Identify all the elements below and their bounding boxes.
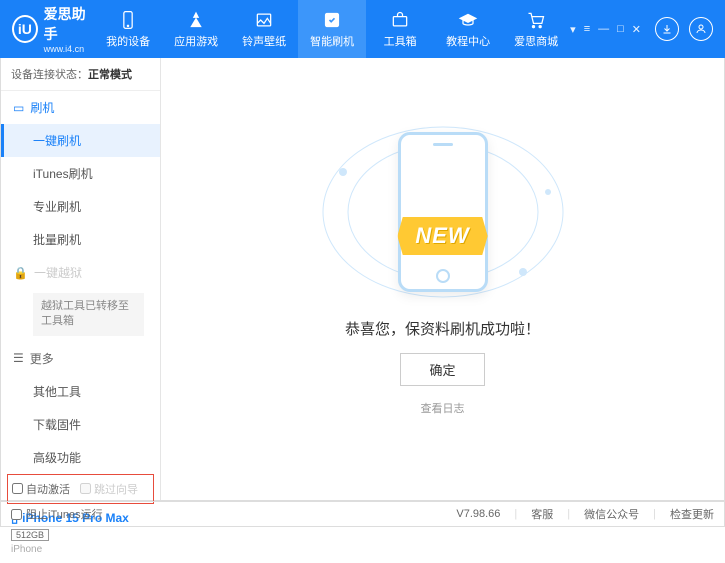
nav-smart-flash[interactable]: 智能刷机 <box>298 0 366 58</box>
device-icon <box>118 10 138 30</box>
cart-icon <box>526 10 546 30</box>
download-button[interactable] <box>655 17 679 41</box>
success-message: 恭喜您，保资料刷机成功啦！ <box>345 318 540 339</box>
storage-badge: 512GB <box>11 529 49 541</box>
nav-label: 智能刷机 <box>310 33 354 49</box>
section-more[interactable]: ☰ 更多 <box>1 342 160 375</box>
top-nav: 我的设备 应用游戏 铃声壁纸 智能刷机 工具箱 教程中心 <box>94 0 570 58</box>
sidebar-item-download-firmware[interactable]: 下载固件 <box>1 408 160 441</box>
device-type: iPhone <box>11 544 150 555</box>
menu-icon[interactable]: ▾ <box>570 23 576 36</box>
image-icon <box>254 10 274 30</box>
list-icon[interactable]: ≡ <box>584 23 590 36</box>
status-bar-footer: 阻止iTunes运行 V7.98.66 | 客服 | 微信公众号 | 检查更新 <box>0 501 725 527</box>
sidebar-item-advanced[interactable]: 高级功能 <box>1 441 160 474</box>
nav-label: 爱思商城 <box>514 33 558 49</box>
nav-label: 应用游戏 <box>174 33 218 49</box>
success-illustration: NEW <box>343 122 543 302</box>
footer-link-update[interactable]: 检查更新 <box>670 506 714 522</box>
toolbox-icon <box>390 10 410 30</box>
auto-activate-checkbox[interactable]: 自动激活 <box>12 481 70 497</box>
nav-label: 教程中心 <box>446 33 490 49</box>
flash-icon <box>322 10 342 30</box>
sidebar-item-oneclick-flash[interactable]: 一键刷机 <box>1 124 160 157</box>
device-status: 设备连接状态：正常模式 <box>1 58 160 91</box>
maximize-icon[interactable]: □ <box>617 23 624 36</box>
nav-store[interactable]: 爱思商城 <box>502 0 570 58</box>
sidebar-item-pro-flash[interactable]: 专业刷机 <box>1 190 160 223</box>
sidebar-item-batch-flash[interactable]: 批量刷机 <box>1 223 160 256</box>
nav-apps-games[interactable]: 应用游戏 <box>162 0 230 58</box>
apps-icon <box>186 10 206 30</box>
footer-link-wechat[interactable]: 微信公众号 <box>584 506 639 522</box>
block-itunes-checkbox[interactable]: 阻止iTunes运行 <box>11 506 103 522</box>
close-icon[interactable]: ✕ <box>632 23 641 36</box>
jailbreak-note: 越狱工具已转移至工具箱 <box>33 293 144 336</box>
skip-guide-checkbox[interactable]: 跳过向导 <box>80 481 138 497</box>
nav-my-device[interactable]: 我的设备 <box>94 0 162 58</box>
sidebar-item-other-tools[interactable]: 其他工具 <box>1 375 160 408</box>
nav-label: 铃声壁纸 <box>242 33 286 49</box>
section-jailbreak: 🔒 一键越狱 <box>1 256 160 289</box>
main-content: NEW 恭喜您，保资料刷机成功啦！ 确定 查看日志 <box>161 58 724 500</box>
app-header: iU 爱思助手 www.i4.cn 我的设备 应用游戏 铃声壁纸 智能刷机 <box>0 0 725 58</box>
nav-label: 我的设备 <box>106 33 150 49</box>
options-box: 自动激活 跳过向导 <box>7 474 154 504</box>
new-ribbon: NEW <box>397 217 487 255</box>
lock-icon: 🔒 <box>13 266 28 280</box>
view-log-link[interactable]: 查看日志 <box>421 400 465 416</box>
version-label: V7.98.66 <box>456 508 500 520</box>
logo-area: iU 爱思助手 www.i4.cn <box>12 4 94 54</box>
ok-button[interactable]: 确定 <box>400 353 484 386</box>
graduation-icon <box>458 10 478 30</box>
app-title: 爱思助手 <box>44 4 95 44</box>
phone-icon: ▭ <box>13 101 24 115</box>
logo-icon: iU <box>12 15 38 43</box>
sidebar: 设备连接状态：正常模式 ▭ 刷机 一键刷机 iTunes刷机 专业刷机 批量刷机… <box>1 58 161 500</box>
section-flash[interactable]: ▭ 刷机 <box>1 91 160 124</box>
nav-toolbox[interactable]: 工具箱 <box>366 0 434 58</box>
nav-tutorials[interactable]: 教程中心 <box>434 0 502 58</box>
footer-link-support[interactable]: 客服 <box>531 506 553 522</box>
window-controls: ▾ ≡ — □ ✕ <box>570 23 641 36</box>
sidebar-item-itunes-flash[interactable]: iTunes刷机 <box>1 157 160 190</box>
app-subtitle: www.i4.cn <box>44 44 95 54</box>
nav-label: 工具箱 <box>384 33 417 49</box>
minimize-icon[interactable]: — <box>598 23 609 36</box>
user-button[interactable] <box>689 17 713 41</box>
nav-ringtones[interactable]: 铃声壁纸 <box>230 0 298 58</box>
list-icon: ☰ <box>13 351 24 365</box>
